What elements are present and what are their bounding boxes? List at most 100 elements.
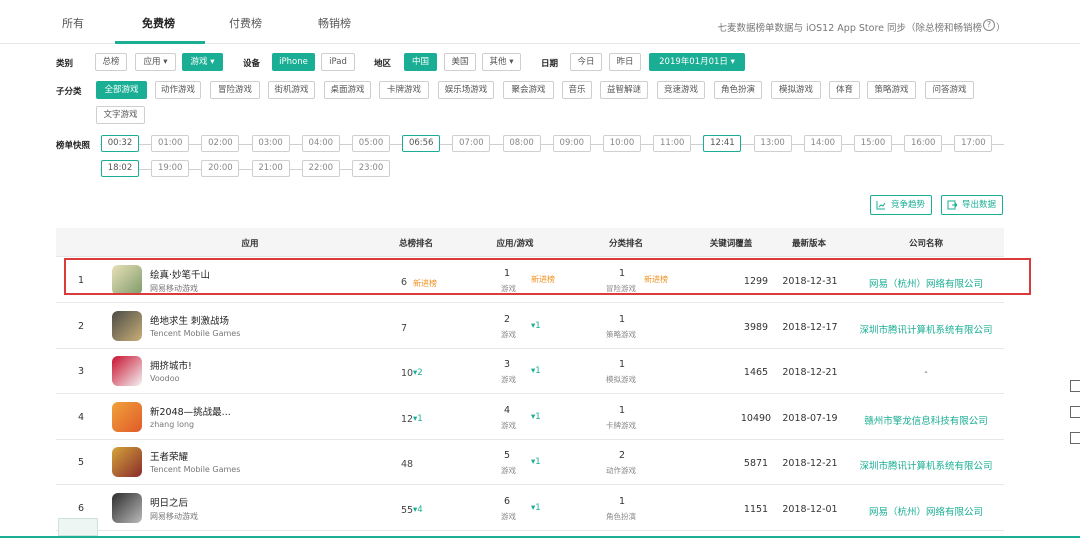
app-name[interactable]: 新2048—挑战最... [150, 404, 231, 418]
col-app-game: 应用/游戏 [496, 239, 534, 249]
snapshot-time[interactable]: 09:00 [552, 135, 591, 152]
snapshot-time[interactable]: 05:00 [352, 135, 390, 152]
subcat-adventure[interactable]: 冒险游戏 [210, 81, 260, 99]
device-iphone[interactable]: iPhone [272, 53, 315, 71]
snapshot-time[interactable]: 13:00 [753, 135, 792, 152]
company-link[interactable]: - [851, 367, 1001, 378]
date-yesterday[interactable]: 昨日 [609, 53, 641, 71]
export-icon [947, 200, 957, 210]
app-icon[interactable] [112, 310, 142, 341]
app-name[interactable]: 绝地求生 刺激战场 [150, 313, 229, 327]
subcat-sports[interactable]: 体育 [829, 81, 860, 99]
snapshot-time[interactable]: 04:00 [301, 135, 340, 152]
app-name[interactable]: 拥挤城市! [150, 358, 192, 372]
subcat-arcade[interactable]: 街机游戏 [268, 81, 315, 99]
app-name[interactable]: 王者荣耀 [150, 449, 188, 463]
snapshot-time[interactable]: 17:00 [954, 135, 993, 152]
company-link[interactable]: 深圳市腾讯计算机系统有限公司 [851, 458, 1001, 472]
rank-number: 4 [78, 411, 85, 423]
snapshot-time[interactable]: 19:00 [151, 160, 190, 177]
category-label: 类别 [56, 59, 74, 69]
trend-icon [876, 201, 886, 210]
table-row[interactable]: 6 明日之后 网易移动游戏 55 ▾4 6 游戏 ▾1 1 角色扮演 1151 … [56, 486, 1004, 531]
tab-paid[interactable]: 付费榜 [229, 15, 262, 31]
date-today[interactable]: 今日 [570, 53, 602, 71]
company-link[interactable]: 网易（杭州）网络有限公司 [851, 504, 1001, 518]
help-icon[interactable]: ? [983, 19, 995, 31]
snapshot-time[interactable]: 02:00 [201, 135, 240, 152]
subcat-simulation[interactable]: 模拟游戏 [771, 81, 821, 99]
tab-all[interactable]: 所有 [62, 15, 84, 31]
subcat-party[interactable]: 聚会游戏 [503, 81, 554, 99]
subcat-word[interactable]: 文字游戏 [96, 106, 145, 124]
subcat-rpg[interactable]: 角色扮演 [714, 81, 762, 99]
table-row[interactable]: 2 绝地求生 刺激战场 Tencent Mobile Games 7 2 游戏 … [56, 304, 1004, 349]
snapshot-time[interactable]: 20:00 [201, 160, 240, 177]
snapshot-time[interactable]: 22:00 [301, 160, 340, 177]
sync-note: 七麦数据榜单数据与 iOS12 App Store 同步（除总榜和畅销榜 [717, 23, 982, 34]
snapshot-time[interactable]: 03:00 [251, 135, 290, 152]
total-rank-change: ▾4 [413, 504, 423, 515]
highlight-box [64, 258, 1031, 295]
date-picker[interactable]: 2019年01月01日 ▾ [649, 53, 745, 71]
company-link[interactable]: 赣州市擎龙信息科技有限公司 [851, 413, 1001, 427]
subcat-all-games[interactable]: 全部游戏 [96, 81, 147, 99]
app-icon[interactable] [112, 492, 142, 523]
app-developer: zhang long [150, 419, 195, 429]
device-ipad[interactable]: iPad [321, 53, 355, 71]
tab-free[interactable]: 免费榜 [142, 15, 175, 31]
trend-button[interactable]: 竞争趋势 [870, 195, 933, 215]
app-game-label: 游戏 [501, 329, 516, 339]
app-name[interactable]: 明日之后 [150, 495, 188, 509]
subcat-casino[interactable]: 娱乐场游戏 [438, 81, 494, 99]
snapshot-time[interactable]: 21:00 [251, 160, 290, 177]
side-tool-icon[interactable] [1070, 432, 1080, 444]
app-icon[interactable] [112, 401, 142, 432]
tab-grossing[interactable]: 畅销榜 [318, 15, 351, 31]
app-game-rank: 6 [504, 495, 511, 507]
export-button[interactable]: 导出数据 [941, 195, 1004, 215]
snapshot-time[interactable]: 15:00 [854, 135, 892, 152]
snapshot-time[interactable]: 14:00 [803, 135, 842, 152]
snapshot-time[interactable]: 07:00 [452, 135, 491, 152]
app-icon[interactable] [112, 356, 142, 386]
snapshot-time[interactable]: 10:00 [603, 135, 641, 152]
subcat-action[interactable]: 动作游戏 [155, 81, 201, 99]
subcat-strategy[interactable]: 策略游戏 [867, 81, 916, 99]
side-tool-icon[interactable] [1070, 406, 1080, 418]
table-row[interactable]: 5 王者荣耀 Tencent Mobile Games 48 5 游戏 ▾1 2… [56, 440, 1004, 485]
snapshot-time[interactable]: 01:00 [151, 135, 190, 152]
snapshot-time[interactable]: 11:00 [653, 135, 692, 152]
snapshot-time[interactable]: 18:02 [101, 160, 139, 177]
snapshot-time[interactable]: 00:32 [101, 135, 139, 152]
keyword-coverage: 1151 [743, 503, 769, 515]
snapshot-time[interactable]: 12:41 [703, 135, 742, 152]
subcat-board[interactable]: 桌面游戏 [324, 81, 371, 99]
company-link[interactable]: 深圳市腾讯计算机系统有限公司 [851, 322, 1001, 336]
subcat-puzzle[interactable]: 益智解谜 [600, 81, 648, 99]
category-games[interactable]: 游戏 ▾ [182, 53, 223, 71]
subcat-music[interactable]: 音乐 [562, 81, 592, 99]
region-us[interactable]: 美国 [444, 53, 476, 71]
app-icon[interactable] [112, 447, 142, 477]
region-other[interactable]: 其他 ▾ [482, 53, 521, 71]
col-total-rank: 总榜排名 [398, 239, 434, 249]
snapshot-time[interactable]: 06:56 [402, 135, 441, 152]
subcat-racing[interactable]: 竞速游戏 [657, 81, 705, 99]
latest-version: 2018-12-01 [782, 503, 838, 515]
category-total[interactable]: 总榜 [95, 53, 127, 71]
app-game-rank-change: ▾1 [531, 457, 541, 467]
category-apps[interactable]: 应用 ▾ [135, 53, 176, 71]
table-row[interactable]: 4 新2048—挑战最... zhang long 12 ▾1 4 游戏 ▾1 … [56, 395, 1004, 440]
snapshot-time[interactable]: 23:00 [352, 160, 390, 177]
app-game-rank-change: ▾1 [531, 320, 541, 331]
table-row[interactable]: 3 拥挤城市! Voodoo 10 ▾2 3 游戏 ▾1 1 模拟游戏 1465… [56, 349, 1004, 394]
region-china[interactable]: 中国 [404, 53, 437, 71]
side-tool-icon[interactable] [1070, 380, 1080, 392]
total-rank: 10 [401, 368, 414, 379]
date-label: 日期 [541, 59, 559, 69]
subcat-card[interactable]: 卡牌游戏 [379, 81, 429, 99]
subcat-trivia[interactable]: 问答游戏 [925, 81, 974, 99]
snapshot-time[interactable]: 16:00 [904, 135, 943, 152]
snapshot-time[interactable]: 08:00 [502, 135, 541, 152]
